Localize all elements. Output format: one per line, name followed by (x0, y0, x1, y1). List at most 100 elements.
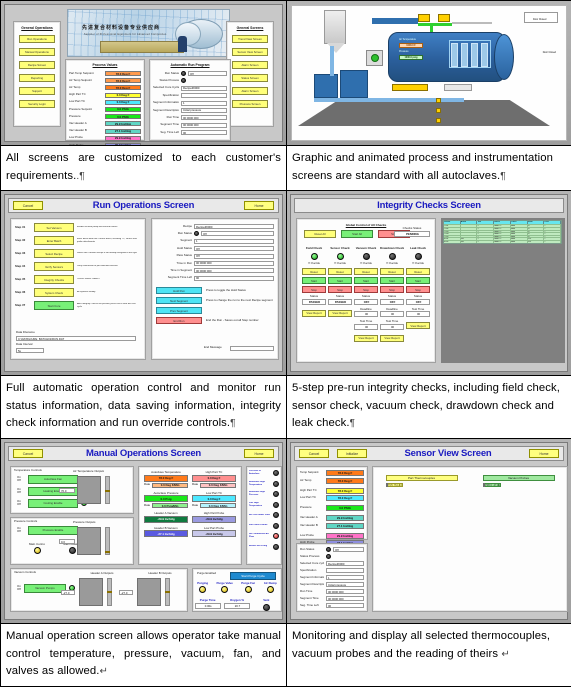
check-start-button[interactable]: Start (406, 277, 430, 284)
nav-button-2[interactable]: Recipe Screen (19, 61, 55, 69)
cancel-button[interactable]: Cancel (299, 449, 329, 458)
run-field-value[interactable]: Off (188, 71, 227, 76)
check-stop-button[interactable]: Stop (354, 286, 378, 293)
vacuum-slider[interactable] (107, 578, 112, 606)
home-button[interactable]: Home (529, 449, 559, 458)
screen-button-1[interactable]: Sensor View Screen (232, 48, 268, 56)
check-stop-button[interactable]: Stop (406, 286, 430, 293)
view-report-button[interactable]: View Report (380, 335, 404, 342)
screen-button-4[interactable]: Alarm Screen (232, 87, 268, 95)
cancel-button[interactable]: Cancel (13, 201, 43, 210)
check-testtime-value[interactable]: 00 (380, 324, 404, 330)
check-stop-button[interactable]: Stop (328, 286, 352, 293)
check-extra-value[interactable]: 00 (406, 311, 430, 317)
view-report-button[interactable]: View Report (354, 335, 378, 342)
run-status-value[interactable]: Off (201, 231, 274, 236)
status-value[interactable]: 00:0000:000 (326, 589, 364, 594)
integrity-checks-screen[interactable]: Integrity Checks Screen Global Control o… (287, 191, 571, 375)
view-report-button[interactable]: View Report (302, 310, 326, 317)
run-field-value[interactable] (181, 93, 227, 98)
screen-button-0[interactable]: Trend View Screen (232, 35, 268, 43)
run-status-value[interactable]: 00 (194, 276, 274, 281)
control-button[interactable]: Cooling Enable (28, 499, 78, 508)
check-start-button[interactable]: Start (380, 277, 404, 284)
global-green-button[interactable]: Start All (341, 230, 373, 238)
run-field-value[interactable]: 1 (181, 101, 227, 106)
check-extra-value[interactable]: 00 (354, 311, 378, 317)
check-start-button[interactable]: Start (302, 277, 326, 284)
run-step-button[interactable]: Select Recipe (34, 249, 74, 258)
data-filename-field[interactable]: C:\DATA\CURE_BATCH01\RUN.DAT (16, 336, 136, 341)
check-extra-value[interactable]: 00 (380, 311, 404, 317)
run-step-button[interactable]: Verify Sensors (34, 262, 74, 271)
override-checkbox[interactable]: ☐ Override (302, 262, 326, 266)
manual-operations-screen[interactable]: Cancel Manual Operations Screen Home Tem… (1, 439, 286, 623)
override-button[interactable]: Hold Run (156, 287, 202, 294)
run-step-button[interactable]: Set Vacuum (34, 223, 74, 232)
pressure-value-field[interactable]: 0.0 (59, 539, 75, 544)
view-report-button[interactable]: View Report (406, 322, 430, 329)
purge-field-value[interactable]: 0.00s (195, 603, 221, 609)
check-reset-button[interactable]: Reset (380, 268, 404, 275)
run-field-value[interactable]: Initial pressure (181, 108, 227, 113)
process-instrumentation-screen[interactable]: 1000.0 F 1000.0 psig Air Temperature Pre… (287, 1, 571, 145)
override-button[interactable]: Prev Segment (156, 307, 202, 314)
control-button[interactable]: Pressure Enable (28, 526, 78, 535)
check-testtime-value[interactable]: 00 (354, 324, 378, 330)
screen-button-2[interactable]: Alarm Screen (232, 61, 268, 69)
status-value[interactable] (326, 568, 364, 573)
sensor-view-screen[interactable]: Cancel Initialize Sensor View Screen Hom… (287, 439, 571, 623)
run-step-button[interactable]: Integrity Checks (34, 275, 74, 284)
control-button[interactable]: Autoclave Fan (28, 475, 78, 484)
home-button[interactable]: Home (244, 201, 274, 210)
vacuum-output-value[interactable]: -27.0 (119, 590, 133, 595)
run-step-button[interactable]: Enter Batch (34, 236, 74, 245)
global-yellow-button[interactable]: Reset All (304, 230, 336, 238)
screen-button-3[interactable]: Status Screen (232, 74, 268, 82)
run-step-button[interactable]: System Check (34, 288, 74, 297)
nav-button-4[interactable]: Support (19, 87, 55, 95)
run-field-value[interactable]: Recipe#0000 (181, 86, 227, 91)
check-reset-button[interactable]: Reset (406, 268, 430, 275)
override-checkbox[interactable]: ☐ Override (354, 262, 378, 266)
cancel-button[interactable]: Cancel (13, 449, 43, 458)
status-value[interactable]: Initial pressure (326, 582, 364, 587)
override-checkbox[interactable]: ☐ Override (380, 262, 404, 266)
screen-button-5[interactable]: Pressure Screen (232, 100, 268, 108)
status-value[interactable]: Off (333, 547, 364, 552)
main-overview-screen[interactable]: 先进复合材料设备专业供应商 Supplier of Professional E… (1, 1, 286, 145)
status-value[interactable]: Recipe#0000 (326, 561, 364, 566)
status-value[interactable]: 00:0000:000 (326, 596, 364, 601)
status-value[interactable]: 00 (326, 603, 364, 608)
check-stop-button[interactable]: Stop (380, 286, 404, 293)
run-status-value[interactable]: Off (194, 246, 274, 251)
run-step-button[interactable]: Start Cure (34, 301, 74, 310)
status-value[interactable]: 1 (326, 575, 364, 580)
air-temp-value-field[interactable]: 70.0 (59, 488, 75, 493)
end-message-field[interactable] (230, 346, 274, 351)
run-status-value[interactable]: 00:0000:000 (194, 261, 274, 266)
run-status-value[interactable]: Off (194, 254, 274, 259)
view-report-button[interactable]: View Report (328, 310, 352, 317)
data-interval-field[interactable]: 5s (16, 348, 44, 353)
vacuum-pumps-button[interactable]: Vacuum Pumps (24, 584, 66, 593)
run-field-value[interactable]: 00:0000:000 (181, 115, 227, 120)
run-field-value[interactable]: 00 (181, 130, 227, 135)
vacuum-slider[interactable] (165, 578, 170, 606)
check-stop-button[interactable]: Stop (302, 286, 326, 293)
override-button[interactable]: Next Segment (156, 297, 202, 304)
air-temp-slider[interactable] (105, 476, 110, 504)
check-start-button[interactable]: Start (354, 277, 378, 284)
check-start-button[interactable]: Start (328, 277, 352, 284)
start-purge-cycle-button[interactable]: Start Purge Cycle (230, 572, 276, 580)
override-button[interactable]: End Run (156, 317, 202, 324)
run-status-value[interactable]: Recipe#0000 (194, 224, 274, 229)
run-status-value[interactable]: 1 (194, 239, 274, 244)
initialize-button[interactable]: Initialize (337, 449, 367, 458)
run-operations-screen[interactable]: Cancel Run Operations Screen Home Step #… (1, 191, 286, 375)
override-checkbox[interactable]: ☐ Override (406, 262, 430, 266)
nav-button-1[interactable]: Manual Operations (19, 48, 55, 56)
run-status-value[interactable]: 00:0000:000 (194, 268, 274, 273)
check-reset-button[interactable]: Reset (354, 268, 378, 275)
purge-field-value[interactable]: 20.7 (224, 603, 250, 609)
